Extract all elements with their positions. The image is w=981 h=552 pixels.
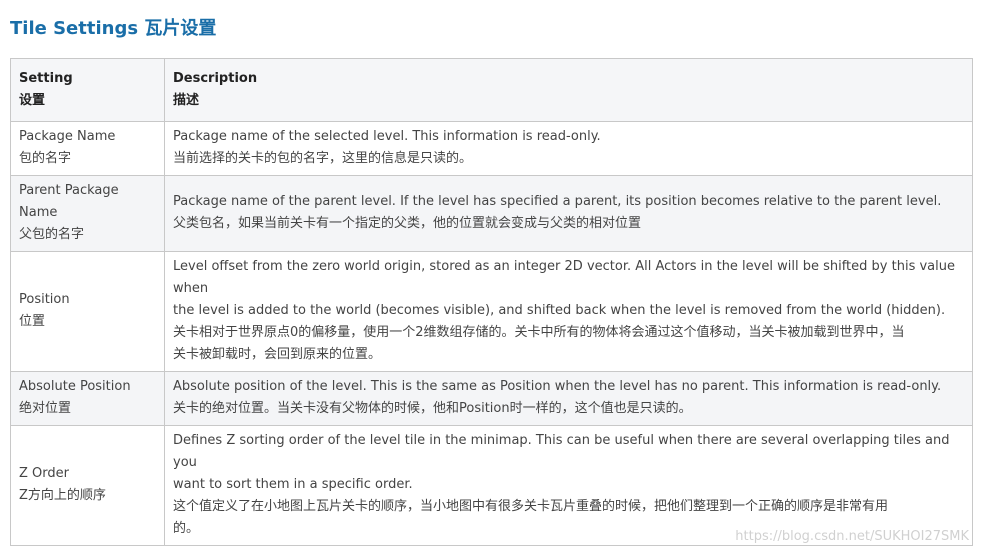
- description-line: 当前选择的关卡的包的名字，这里的信息是只读的。: [173, 151, 473, 166]
- header-setting-en: Setting: [19, 71, 73, 86]
- header-description-zh: 描述: [173, 93, 200, 108]
- description-cell: Defines Z sorting order of the level til…: [164, 425, 973, 546]
- setting-name: Parent Package: [19, 183, 119, 198]
- table-row: Package Name 包的名字 Package name of the se…: [10, 121, 973, 176]
- description-line: 关卡相对于世界原点0的偏移量，使用一个2维数组存储的。关卡中所有的物体将会通过这…: [173, 325, 905, 340]
- setting-cell: Package Name 包的名字: [10, 121, 165, 176]
- description-cell: Absolute position of the level. This is …: [164, 371, 973, 426]
- setting-cell: Absolute Position 绝对位置: [10, 371, 165, 426]
- description-line: Package name of the parent level. If the…: [173, 194, 942, 209]
- description-line: Defines Z sorting order of the level til…: [173, 433, 950, 470]
- settings-table: Setting 设置 Description 描述 Package Name 包…: [10, 58, 973, 546]
- setting-name: Position: [19, 292, 70, 307]
- setting-cell: Position 位置: [10, 251, 165, 372]
- table-row: Parent Package Name 父包的名字 Package name o…: [10, 175, 973, 252]
- setting-cell: Parent Package Name 父包的名字: [10, 175, 165, 252]
- table-row: Absolute Position 绝对位置 Absolute position…: [10, 371, 973, 426]
- watermark: https://blog.csdn.net/SUKHOI27SMK: [735, 529, 969, 544]
- description-line: Package name of the selected level. This…: [173, 129, 601, 144]
- setting-cell: Z Order Z方向上的顺序: [10, 425, 165, 546]
- description-line: the level is added to the world (becomes…: [173, 303, 946, 318]
- table-row: Position 位置 Level offset from the zero w…: [10, 251, 973, 372]
- setting-name-zh: 父包的名字: [19, 227, 85, 242]
- setting-name-zh: 位置: [19, 314, 46, 329]
- setting-name: Z Order: [19, 466, 69, 481]
- setting-name: Absolute Position: [19, 379, 131, 394]
- description-line: Level offset from the zero world origin,…: [173, 259, 955, 296]
- description-line: Absolute position of the level. This is …: [173, 379, 942, 394]
- description-line: want to sort them in a specific order.: [173, 477, 413, 492]
- setting-name: Package Name: [19, 129, 116, 144]
- header-description: Description 描述: [164, 58, 973, 122]
- setting-name: Name: [19, 205, 58, 220]
- setting-name-zh: 包的名字: [19, 151, 72, 166]
- header-description-en: Description: [173, 71, 258, 86]
- description-cell: Level offset from the zero world origin,…: [164, 251, 973, 372]
- table-header-row: Setting 设置 Description 描述: [10, 58, 973, 122]
- description-line: 这个值定义了在小地图上瓦片关卡的顺序，当小地图中有很多关卡瓦片重叠的时候，把他们…: [173, 499, 889, 514]
- setting-name-zh: 绝对位置: [19, 401, 72, 416]
- description-line: 父类包名，如果当前关卡有一个指定的父类，他的位置就会变成与父类的相对位置: [173, 216, 642, 231]
- header-setting: Setting 设置: [10, 58, 165, 122]
- page-title: Tile Settings 瓦片设置: [10, 18, 217, 39]
- description-line: 关卡的绝对位置。当关卡没有父物体的时候，他和Position时一样的，这个值也是…: [173, 401, 692, 416]
- description-cell: Package name of the selected level. This…: [164, 121, 973, 176]
- header-setting-zh: 设置: [19, 93, 46, 108]
- description-cell: Package name of the parent level. If the…: [164, 175, 973, 252]
- table-row: Z Order Z方向上的顺序 Defines Z sorting order …: [10, 425, 973, 546]
- setting-name-zh: Z方向上的顺序: [19, 488, 106, 503]
- description-line: 关卡被卸载时，会回到原来的位置。: [173, 347, 382, 362]
